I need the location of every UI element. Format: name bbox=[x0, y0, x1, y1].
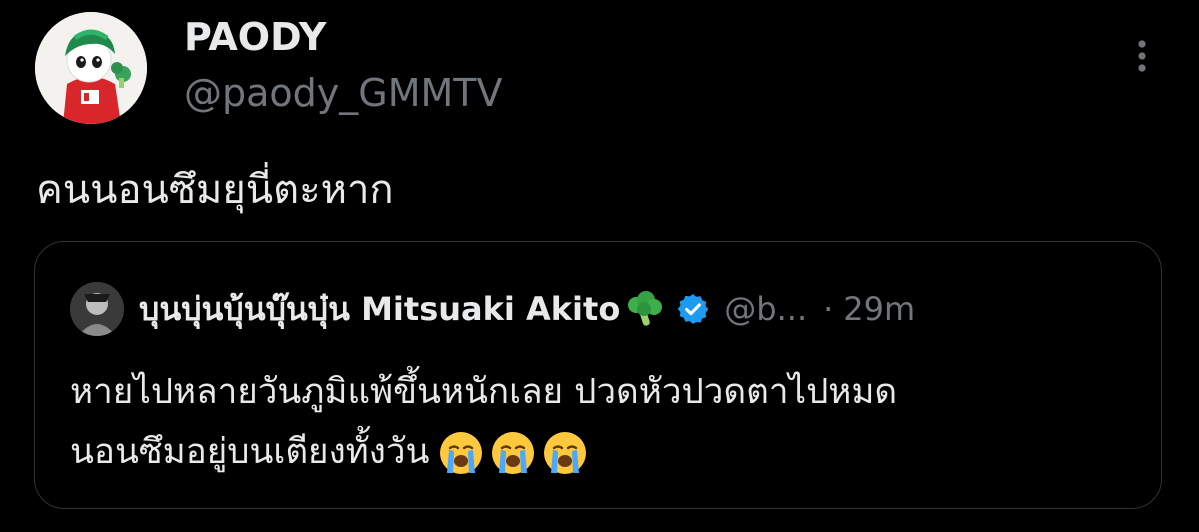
broccoli-icon bbox=[624, 289, 664, 329]
crying-emoji-row bbox=[437, 429, 589, 477]
quoted-text-line-1: หายไปหลายวันภูมิแพ้ขึ้นหนักเลย ปวดหัวปวด… bbox=[70, 372, 898, 412]
tweet-text: คนนอนซึมยุนี่ตะหาก bbox=[36, 167, 394, 213]
quoted-avatar-image bbox=[70, 282, 124, 336]
author-display-name[interactable]: PAODY bbox=[184, 12, 326, 62]
avatar[interactable] bbox=[35, 12, 147, 124]
loudly-crying-face-icon bbox=[492, 432, 535, 474]
author-handle[interactable]: @paody_GMMTV bbox=[184, 68, 503, 118]
quoted-handle[interactable]: @b... bbox=[724, 290, 807, 328]
quoted-display-name[interactable]: บุนบุ่นบุ้นบุ๊นบุ๋น Mitsuaki Akito bbox=[139, 284, 620, 335]
quoted-timestamp[interactable]: 29m bbox=[843, 290, 915, 328]
loudly-crying-face-icon bbox=[440, 432, 483, 474]
verified-badge-icon bbox=[676, 292, 710, 326]
more-options-icon bbox=[1138, 40, 1146, 72]
quoted-tweet-card[interactable]: บุนบุ่นบุ้นบุ๊นบุ๋น Mitsuaki Akito @b...… bbox=[34, 241, 1162, 509]
loudly-crying-face-icon bbox=[544, 432, 587, 474]
quoted-header: บุนบุ่นบุ้นบุ๊นบุ๋น Mitsuaki Akito @b...… bbox=[139, 282, 915, 336]
more-options-button[interactable] bbox=[1122, 36, 1162, 76]
quoted-avatar[interactable] bbox=[70, 282, 124, 336]
quoted-text-line-2: นอนซึมอยู่บนเตียงทั้งวัน bbox=[70, 422, 1140, 482]
quoted-text: หายไปหลายวันภูมิแพ้ขึ้นหนักเลย ปวดหัวปวด… bbox=[70, 362, 1140, 482]
mascot-avatar bbox=[35, 12, 147, 124]
quoted-text-line-2-text: นอนซึมอยู่บนเตียงทั้งวัน bbox=[70, 432, 430, 472]
separator-dot: · bbox=[823, 290, 834, 328]
